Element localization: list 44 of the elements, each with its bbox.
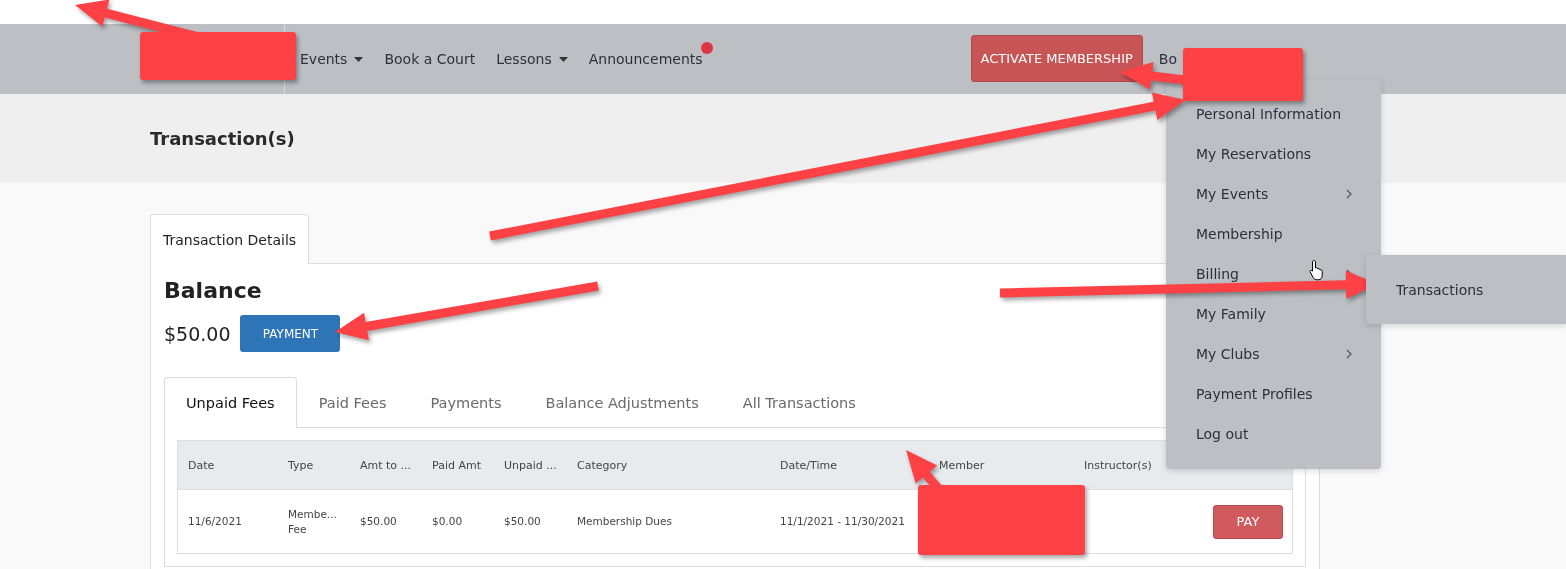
table-cell: 11/1/2021 - 11/30/2021 <box>780 514 905 529</box>
table-cell: $50.00 <box>360 514 397 529</box>
column-header: Amt to ... <box>360 458 412 472</box>
column-header: Date/Time <box>780 458 837 472</box>
table-cell-text: Membe... Fee <box>288 506 338 537</box>
activate-membership-button[interactable]: ACTIVATE MEMBERSHIP <box>970 35 1143 82</box>
submenu-item[interactable]: Transactions <box>1396 281 1484 298</box>
pay-button[interactable]: PAY <box>1213 504 1283 539</box>
balance-amount: $50.00 <box>164 322 231 345</box>
menu-item[interactable]: Log out <box>1166 422 1366 446</box>
nav-link[interactable]: Announcements <box>588 51 703 67</box>
fee-tab[interactable]: Unpaid Fees <box>164 377 297 428</box>
table-cell: $50.00 <box>504 514 541 529</box>
column-header: Category <box>577 458 628 472</box>
menu-item[interactable]: Personal Information <box>1166 102 1366 126</box>
column-header: Unpaid ... <box>504 458 557 472</box>
menu-item[interactable]: My Events <box>1166 182 1366 206</box>
menu-item[interactable]: Membership <box>1166 222 1366 246</box>
menu-item[interactable]: My Clubs <box>1166 342 1366 366</box>
menu-item[interactable]: My Reservations <box>1166 142 1366 166</box>
fee-tab[interactable]: Balance Adjustments <box>523 377 721 427</box>
menu-item[interactable]: Payment Profiles <box>1166 382 1366 406</box>
fee-tab[interactable]: All Transactions <box>720 377 878 427</box>
page-title: Transaction(s) <box>150 128 295 149</box>
fee-tab[interactable]: Paid Fees <box>296 377 409 427</box>
fee-tab[interactable]: Payments <box>408 377 524 427</box>
payment-button[interactable]: PAYMENT <box>240 315 341 352</box>
annotation-arrow <box>1120 62 1186 90</box>
column-header: Paid Amt <box>432 458 481 472</box>
nav-link[interactable]: Lessons <box>496 51 552 67</box>
table-cell: $0.00 <box>432 514 463 529</box>
column-header: Member <box>939 458 985 472</box>
user-menu-link[interactable]: Bo <box>1158 51 1177 67</box>
nav-link[interactable]: Events <box>300 51 348 67</box>
balance-title: Balance <box>164 278 262 303</box>
nav-link[interactable]: Book a Court <box>384 51 476 67</box>
card-tab[interactable]: Transaction Details <box>150 214 310 264</box>
hand-cursor-icon <box>1309 259 1325 281</box>
menu-item[interactable]: My Family <box>1166 302 1366 326</box>
table-cell: Membership Dues <box>577 514 672 529</box>
column-header: Type <box>288 458 314 472</box>
table-cell: 11/6/2021 <box>188 514 242 529</box>
column-header: Date <box>188 458 215 472</box>
column-header: Instructor(s) <box>1084 458 1152 472</box>
